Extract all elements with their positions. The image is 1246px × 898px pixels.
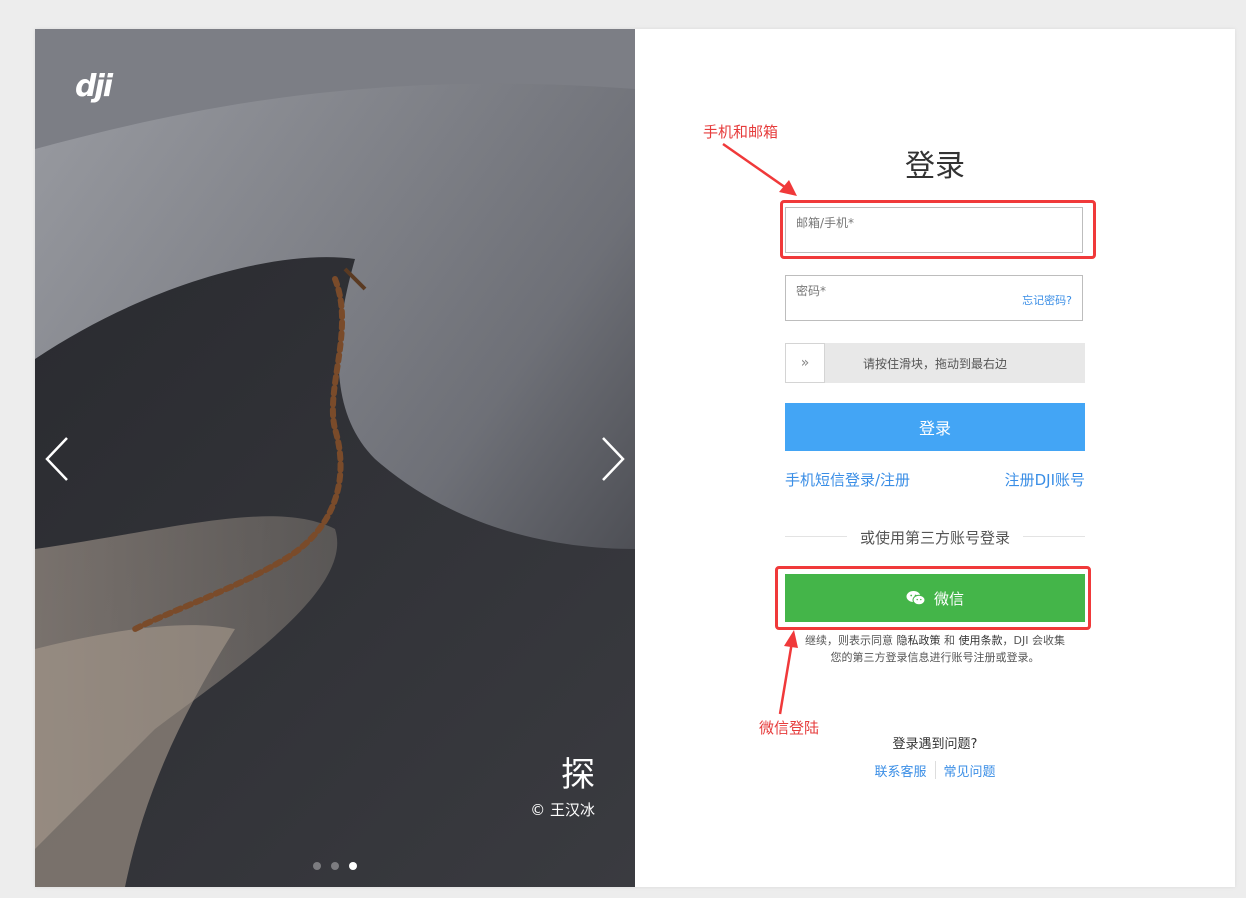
carousel-next-button[interactable] (597, 434, 627, 484)
terms-part2: ，DJI 会收集 (1002, 634, 1065, 647)
slider-captcha[interactable]: 请按住滑块，拖动到最右边 » (785, 343, 1085, 383)
faq-link[interactable]: 常见问题 (936, 761, 1004, 780)
annotation-email-highlight (780, 200, 1096, 259)
slider-captcha-text: 请按住滑块，拖动到最右边 (862, 357, 1007, 371)
divider-right (1023, 536, 1085, 537)
double-chevron-right-icon: » (800, 355, 810, 371)
terms-line2: 您的第三方登录信息进行账号注册或登录。 (830, 651, 1040, 664)
carousel-dots (313, 862, 357, 870)
hero-caption-credit: © 王汉冰 (530, 801, 595, 819)
slider-handle[interactable]: » (785, 343, 825, 383)
terms-part1: 继续，则表示同意 (805, 634, 897, 647)
contact-support-link[interactable]: 联系客服 (866, 761, 934, 780)
annotation-wechat-highlight (775, 566, 1091, 630)
hero-caption-title: 探 (561, 755, 595, 795)
chevron-right-icon (602, 437, 625, 481)
register-link[interactable]: 注册DJI账号 (1005, 469, 1085, 490)
password-field-label: 密码* (796, 284, 827, 298)
password-input[interactable] (796, 300, 996, 316)
hero-carousel: dji 探 © 王汉冰 (35, 29, 635, 887)
sms-login-link[interactable]: 手机短信登录/注册 (785, 469, 910, 490)
login-card: dji 探 © 王汉冰 登录 邮箱/手机* 密码* 忘记密码? 请按住滑块，拖动… (35, 29, 1235, 887)
terms-of-use-link[interactable]: 使用条款 (959, 634, 1003, 647)
carousel-prev-button[interactable] (43, 434, 73, 484)
terms-and: 和 (940, 634, 959, 647)
login-button[interactable]: 登录 (785, 403, 1085, 451)
password-field[interactable]: 密码* 忘记密码? (785, 275, 1083, 321)
help-title: 登录遇到问题? (892, 737, 978, 752)
privacy-policy-link[interactable]: 隐私政策 (897, 634, 941, 647)
annotation-phone-email-label: 手机和邮箱 (703, 123, 779, 141)
chevron-left-icon (45, 437, 68, 481)
terms-text: 继续，则表示同意 隐私政策 和 使用条款，DJI 会收集 您的第三方登录信息进行… (785, 632, 1085, 666)
annotation-arrow-icon (778, 630, 798, 715)
hero-image (35, 29, 635, 887)
annotation-wechat-login-label: 微信登陆 (759, 719, 820, 737)
annotation-arrow-icon (722, 142, 797, 196)
carousel-dot[interactable] (313, 862, 321, 870)
forgot-password-link[interactable]: 忘记密码? (1022, 292, 1072, 308)
dji-logo[interactable]: dji (75, 69, 113, 104)
help-links: 联系客服 常见问题 (635, 761, 1235, 780)
carousel-dot-active[interactable] (349, 862, 357, 870)
carousel-dot[interactable] (331, 862, 339, 870)
third-party-divider-text: 或使用第三方账号登录 (859, 529, 1010, 547)
